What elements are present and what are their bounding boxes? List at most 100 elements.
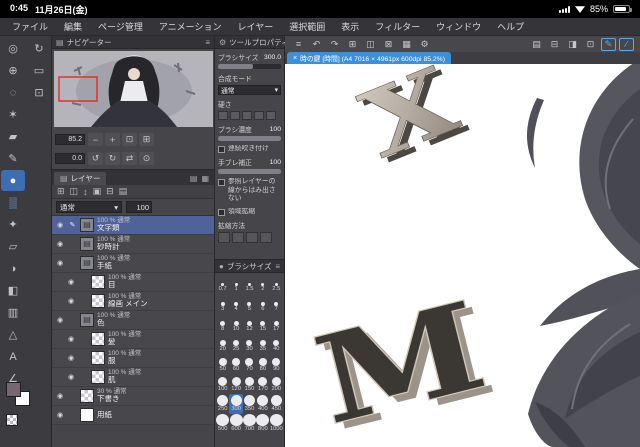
tool-property-dropdown-row[interactable]: 合成モード 通常 ▾	[218, 73, 281, 95]
pen-tool[interactable]: ▰	[1, 126, 25, 147]
pencil-tool[interactable]: ✎	[1, 148, 25, 169]
brush-size-option[interactable]: 2	[256, 274, 269, 294]
rotation-value[interactable]: 0.0	[55, 153, 85, 164]
brush-tool[interactable]: ●	[1, 170, 25, 191]
selection-tool[interactable]: ◌	[1, 82, 25, 103]
menu-item[interactable]: ページ管理	[90, 18, 151, 36]
zoom-tool[interactable]: ◎	[1, 38, 25, 59]
brush-size-option[interactable]: 800	[256, 414, 270, 434]
panel-menu-icon[interactable]: ≡	[205, 38, 210, 47]
undo-icon[interactable]: ↶	[309, 38, 324, 51]
tool-property-slider-row[interactable]: ブラシサイズ 300.0	[218, 52, 281, 69]
rotate-view-tool[interactable]: ↻	[27, 38, 51, 59]
canvas[interactable]: X X M M	[285, 64, 640, 447]
zoom-out-icon[interactable]: −	[88, 133, 103, 146]
new-folder-icon[interactable]: ◫	[70, 186, 79, 197]
layer-visibility-icon[interactable]: ◉	[55, 240, 65, 248]
blend-tool[interactable]: ◑	[1, 258, 25, 279]
fit-view-icon[interactable]: ⊡	[122, 133, 137, 146]
move-tool[interactable]: ⊕	[1, 60, 25, 81]
brush-size-option[interactable]: 35	[256, 334, 269, 354]
layer-menu-icon[interactable]: ▤	[119, 186, 128, 197]
線画 メイン[interactable]: ◉ 100 % 通常 線画 メイン	[52, 292, 214, 311]
merge-layer-icon[interactable]: ▣	[93, 186, 102, 197]
brush-size-option[interactable]: 4	[229, 294, 242, 314]
layer-visibility-icon[interactable]: ◉	[55, 316, 65, 324]
文字類[interactable]: ◉ ✎ 100 % 通常 文字類	[52, 216, 214, 235]
layer-visibility-icon[interactable]: ◉	[66, 335, 76, 343]
肌[interactable]: ◉ 100 % 通常 肌	[52, 368, 214, 387]
brush-size-option[interactable]: 150	[243, 374, 256, 394]
layer-visibility-icon[interactable]: ◉	[55, 392, 65, 400]
服[interactable]: ◉ 100 % 通常 服	[52, 349, 214, 368]
用紙[interactable]: ◉ 用紙	[52, 406, 214, 425]
menu-icon[interactable]: ≡	[291, 38, 306, 51]
tool-property-slider-row[interactable]: 手ブレ補正 100	[218, 157, 281, 175]
minimize-icon[interactable]: ⊟	[547, 38, 562, 51]
menu-item[interactable]: ウィンドウ	[428, 18, 489, 36]
brush-size-option[interactable]: 700	[242, 414, 256, 434]
navigator-thumbnail[interactable]	[54, 51, 213, 127]
layer-visibility-icon[interactable]: ◉	[66, 278, 76, 286]
blend-mode-select[interactable]: 通常 ▾	[56, 201, 122, 213]
auto-select-tool[interactable]: ✶	[1, 104, 25, 125]
menu-item[interactable]: ファイル	[4, 18, 56, 36]
brush-size-option[interactable]: 90	[270, 354, 283, 374]
rotate-left-icon[interactable]: ↺	[88, 152, 103, 165]
redo-icon[interactable]: ↷	[327, 38, 342, 51]
layer-visibility-icon[interactable]: ◉	[66, 297, 76, 305]
brush-size-option[interactable]: 50	[216, 354, 229, 374]
brush-size-option[interactable]: 8	[216, 314, 229, 334]
menu-item[interactable]: フィルター	[367, 18, 428, 36]
brush-size-option[interactable]: 6	[256, 294, 269, 314]
gradient-tool[interactable]: ▥	[1, 302, 25, 323]
brush-size-option[interactable]: 7	[270, 294, 283, 314]
brush-size-option[interactable]: 15	[256, 314, 269, 334]
色[interactable]: ◉ 100 % 通常 色	[52, 311, 214, 330]
brush-size-option[interactable]: 170	[256, 374, 269, 394]
close-tab-icon[interactable]: ×	[293, 55, 297, 62]
layer-panel-icon[interactable]: ▤	[190, 174, 198, 183]
menu-item[interactable]: レイヤー	[230, 18, 282, 36]
砂時計[interactable]: ◉ 100 % 通常 砂時計	[52, 235, 214, 254]
menu-item[interactable]: アニメーション	[151, 18, 230, 36]
layer-visibility-icon[interactable]: ◉	[55, 221, 65, 229]
brush-size-option[interactable]: 1.5	[243, 274, 256, 294]
frame-tool[interactable]: ▭	[27, 60, 51, 81]
tool-property-check-row[interactable]: 領域拡縮	[218, 208, 281, 216]
下書き[interactable]: ◉ 30 % 通常 下書き	[52, 387, 214, 406]
brush-size-option[interactable]: 60	[229, 354, 242, 374]
zoom-value[interactable]: 85.2	[55, 134, 85, 145]
settings-icon[interactable]: ⚙	[417, 38, 432, 51]
reset-view-icon[interactable]: ⊙	[139, 152, 154, 165]
split-view-icon[interactable]: ◨	[565, 38, 580, 51]
brush-size-option[interactable]: 400	[256, 394, 269, 414]
手紙[interactable]: ◉ 100 % 通常 手紙	[52, 254, 214, 273]
brush-size-option[interactable]: 10	[229, 314, 242, 334]
line-mode-icon[interactable]: ∕	[619, 37, 634, 51]
new-layer-icon[interactable]: ⊞	[57, 186, 65, 197]
髪[interactable]: ◉ 100 % 通常 髪	[52, 330, 214, 349]
transparent-color-swatch[interactable]	[6, 414, 18, 426]
layer-panel-alt-icon[interactable]: ▦	[201, 174, 209, 183]
menu-item[interactable]: 表示	[333, 18, 367, 36]
panels-icon[interactable]: ◫	[363, 38, 378, 51]
brush-size-option[interactable]: 1	[229, 274, 242, 294]
rotate-right-icon[interactable]: ↻	[105, 152, 120, 165]
tool-property-check-row[interactable]: 参照レイヤーの線からはみ出さない	[218, 178, 281, 203]
brush-size-option[interactable]: 12	[243, 314, 256, 334]
decoration-tool[interactable]: ✦	[1, 214, 25, 235]
transfer-layer-icon[interactable]: ↕	[83, 187, 88, 197]
目[interactable]: ◉ 100 % 通常 目	[52, 273, 214, 292]
menu-item[interactable]: 選択範囲	[281, 18, 333, 36]
tool-property-icons-row[interactable]: 拡縮方法	[218, 220, 281, 244]
brush-size-option[interactable]: 17	[270, 314, 283, 334]
brush-size-option[interactable]: 40	[270, 334, 283, 354]
brush-size-option[interactable]: 70	[243, 354, 256, 374]
brush-size-option[interactable]: 200	[270, 374, 283, 394]
figure-tool[interactable]: △	[1, 324, 25, 345]
brush-size-option[interactable]: 3	[216, 294, 229, 314]
airbrush-tool[interactable]: ▒	[1, 192, 25, 213]
zoom-in-icon[interactable]: +	[105, 133, 120, 146]
brush-size-option[interactable]: 25	[229, 334, 242, 354]
